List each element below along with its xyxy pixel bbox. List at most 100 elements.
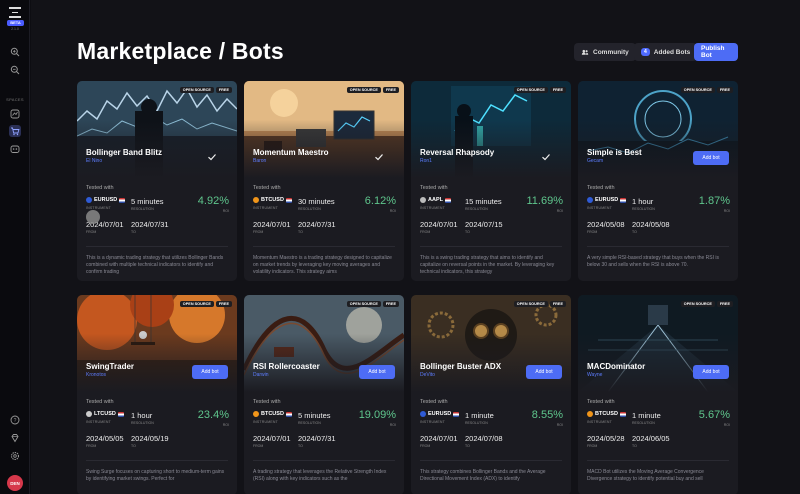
us-flag-icon xyxy=(285,197,292,203)
added-check-icon[interactable] xyxy=(207,152,217,162)
bot-name[interactable]: RSI Rollercoaster xyxy=(253,362,320,371)
instrument-label: INSTRUMENT xyxy=(86,420,111,424)
to-date: 2024/07/31 xyxy=(131,220,169,229)
us-flag-icon xyxy=(117,411,124,417)
to-label: TO xyxy=(131,230,136,234)
instrument: LTCUSD xyxy=(86,411,124,417)
bot-card[interactable]: OPEN SOURCE FREE Momentum Maestro Baron Test… xyxy=(244,81,404,281)
from-label: FROM xyxy=(587,444,598,448)
bot-description: This strategy combines Bollinger Bands a… xyxy=(420,469,546,482)
added-bots-button[interactable]: 4 Added Bots xyxy=(634,43,698,61)
bot-icon[interactable] xyxy=(9,143,21,155)
instrument: EURUSD xyxy=(587,197,627,203)
roi-value: 11.69% xyxy=(526,195,564,207)
add-bot-button[interactable]: Add bot xyxy=(192,365,228,379)
instrument-label: INSTRUMENT xyxy=(420,206,445,210)
divider xyxy=(253,460,395,461)
bot-card[interactable]: OPEN SOURCE FREE SwingTrader Kronotos Add bo… xyxy=(77,295,237,494)
diamond-icon[interactable] xyxy=(9,432,21,444)
added-count-badge: 4 xyxy=(641,48,650,56)
add-bot-button[interactable]: Add bot xyxy=(526,365,562,379)
zoom-in-icon[interactable] xyxy=(9,46,21,58)
instrument: AAPL xyxy=(420,197,451,203)
from-date: 2024/07/01 xyxy=(253,220,291,229)
bot-card[interactable]: OPEN SOURCE FREE Reversal Rhapsody Ron1 Test… xyxy=(411,81,571,281)
us-flag-icon xyxy=(453,411,460,417)
bot-name[interactable]: Bollinger Band Blitz xyxy=(86,148,162,157)
bot-name[interactable]: MACDominator xyxy=(587,362,645,371)
tested-with-label: Tested with xyxy=(253,399,281,405)
resolution-label: RESOLUTION xyxy=(465,421,488,425)
bot-card[interactable]: OPEN SOURCE FREE Simple is Best Gecam Add bo… xyxy=(578,81,738,281)
help-icon[interactable]: ? xyxy=(9,414,21,426)
app-logo[interactable] xyxy=(9,7,21,18)
bot-cover-image xyxy=(411,81,571,178)
resolution-label: RESOLUTION xyxy=(298,421,321,425)
bot-name[interactable]: Reversal Rhapsody xyxy=(420,148,494,157)
from-date: 2024/07/01 xyxy=(420,434,458,443)
to-date: 2024/07/08 xyxy=(465,434,503,443)
to-label: TO xyxy=(632,444,637,448)
from-date: 2024/05/05 xyxy=(86,434,124,443)
bot-card[interactable]: OPEN SOURCE FREE Bollinger Band Blitz El Ni… xyxy=(77,81,237,281)
marketplace-icon[interactable] xyxy=(9,125,21,137)
resolution-value: 1 hour xyxy=(131,411,153,420)
roi-value: 1.87% xyxy=(698,195,730,207)
bot-author[interactable]: Darwin xyxy=(253,372,269,378)
bot-card[interactable]: OPEN SOURCE FREE MACDominator Wayne Add bot T… xyxy=(578,295,738,494)
svg-text:?: ? xyxy=(14,418,17,424)
free-badge: FREE xyxy=(382,87,399,93)
instrument-label: INSTRUMENT xyxy=(587,206,612,210)
bot-author[interactable]: Wayne xyxy=(587,372,602,378)
bot-card[interactable]: OPEN SOURCE FREE RSI Rollercoaster Darwin Ad… xyxy=(244,295,404,494)
added-check-icon[interactable] xyxy=(374,152,384,162)
bot-name[interactable]: Bollinger Buster ADX xyxy=(420,362,501,371)
zoom-out-icon[interactable] xyxy=(9,64,21,76)
bot-name[interactable]: Simple is Best xyxy=(587,148,642,157)
bot-author[interactable]: Baron xyxy=(253,158,266,164)
version-label: 2.1.0 xyxy=(11,27,19,31)
add-bot-button[interactable]: Add bot xyxy=(693,365,729,379)
bot-card[interactable]: OPEN SOURCE FREE Bollinger Buster ADX DeVit… xyxy=(411,295,571,494)
bot-name[interactable]: SwingTrader xyxy=(86,362,134,371)
roi-value: 23.4% xyxy=(197,409,229,421)
bot-author[interactable]: Ron1 xyxy=(420,158,432,164)
us-flag-icon xyxy=(444,197,451,203)
instrument-label: INSTRUMENT xyxy=(253,206,278,210)
badge-group: OPEN SOURCE FREE xyxy=(179,301,232,307)
divider xyxy=(253,246,395,247)
coin-icon xyxy=(587,411,593,417)
strategy-icon[interactable] xyxy=(9,108,21,120)
publish-bot-button[interactable]: Publish Bot xyxy=(694,43,738,61)
open-source-badge: OPEN SOURCE xyxy=(346,87,381,93)
open-source-badge: OPEN SOURCE xyxy=(680,301,715,307)
community-button[interactable]: Community xyxy=(574,43,636,61)
us-flag-icon xyxy=(285,411,292,417)
to-label: TO xyxy=(465,444,470,448)
bot-author[interactable]: El Nino xyxy=(86,158,102,164)
added-bots-label: Added Bots xyxy=(653,48,691,56)
us-flag-icon xyxy=(620,197,627,203)
instrument-symbol: BTCUSD xyxy=(595,411,618,417)
bot-author[interactable]: DeVito xyxy=(420,372,435,378)
to-date: 2024/05/08 xyxy=(632,220,670,229)
roi-label: ROI xyxy=(556,209,563,213)
settings-icon[interactable] xyxy=(9,450,21,462)
bot-author[interactable]: Kronotos xyxy=(86,372,106,378)
open-source-badge: OPEN SOURCE xyxy=(346,301,381,307)
tested-with-label: Tested with xyxy=(587,185,615,191)
bot-name[interactable]: Momentum Maestro xyxy=(253,148,329,157)
divider xyxy=(587,246,729,247)
add-bot-button[interactable]: Add bot xyxy=(359,365,395,379)
user-avatar[interactable]: DEN xyxy=(7,475,23,491)
add-bot-button[interactable]: Add bot xyxy=(693,151,729,165)
instrument-symbol: BTCUSD xyxy=(261,411,284,417)
community-icon xyxy=(581,49,589,55)
bot-author[interactable]: Gecam xyxy=(587,158,603,164)
bot-description: Momentum Maestro is a trading strategy d… xyxy=(253,255,392,275)
open-source-badge: OPEN SOURCE xyxy=(513,301,548,307)
to-label: TO xyxy=(298,444,303,448)
added-check-icon[interactable] xyxy=(541,152,551,162)
from-label: FROM xyxy=(86,230,97,234)
to-label: TO xyxy=(465,230,470,234)
